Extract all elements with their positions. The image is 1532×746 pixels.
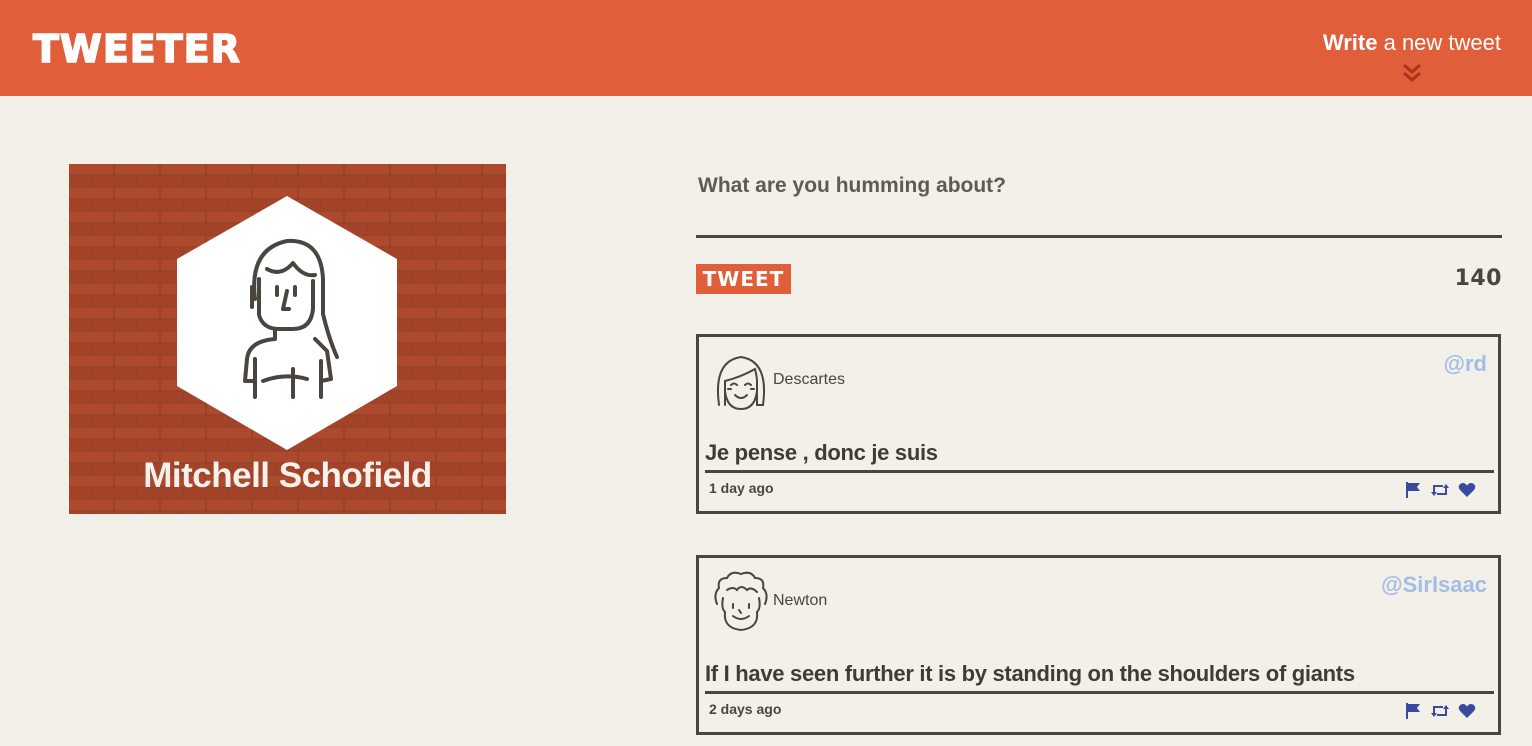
flag-icon[interactable] — [1404, 481, 1422, 499]
tweet-text-input[interactable] — [696, 162, 1502, 238]
curly-hair-avatar-icon — [714, 571, 768, 632]
profile-card: Mitchell Schofield — [69, 164, 506, 514]
retweet-icon[interactable] — [1430, 702, 1450, 720]
smiling-girl-avatar-icon — [717, 355, 765, 411]
tweet-divider — [705, 691, 1494, 694]
heart-icon[interactable] — [1458, 702, 1476, 720]
heart-icon[interactable] — [1458, 481, 1476, 499]
tweet-card: Descartes @rd Je pense , donc je suis 1 … — [696, 334, 1501, 514]
tweet-content: If I have seen further it is by standing… — [705, 661, 1355, 686]
top-navbar: TWEETER Write a new tweet — [0, 0, 1532, 96]
tweet-submit-button[interactable]: TWEET — [696, 264, 791, 294]
compose-toggle-rest: a new tweet — [1383, 30, 1501, 55]
tweet-handle[interactable]: @SirIsaac — [1381, 572, 1487, 598]
tweet-divider — [705, 470, 1494, 473]
tweet-timestamp: 1 day ago — [709, 480, 774, 496]
tweet-card: Newton @SirIsaac If I have seen further … — [696, 555, 1501, 735]
double-chevron-down-icon[interactable] — [1399, 62, 1425, 84]
write-new-tweet-toggle[interactable]: Write a new tweet — [1323, 32, 1501, 54]
flag-icon[interactable] — [1404, 702, 1422, 720]
compose-toggle-bold: Write — [1322, 30, 1378, 55]
tweet-actions — [1404, 701, 1476, 721]
woman-avatar-icon — [243, 238, 339, 399]
retweet-icon[interactable] — [1430, 481, 1450, 499]
tweet-actions — [1404, 480, 1476, 500]
brand-logo: TWEETER — [32, 27, 241, 71]
tweet-handle[interactable]: @rd — [1444, 351, 1487, 377]
char-counter: 140 — [1454, 266, 1502, 291]
profile-name: Mitchell Schofield — [143, 456, 432, 495]
tweet-display-name: Newton — [773, 592, 828, 609]
tweet-display-name: Descartes — [773, 371, 846, 388]
tweet-timestamp: 2 days ago — [709, 701, 782, 717]
tweet-content: Je pense , donc je suis — [705, 440, 938, 465]
